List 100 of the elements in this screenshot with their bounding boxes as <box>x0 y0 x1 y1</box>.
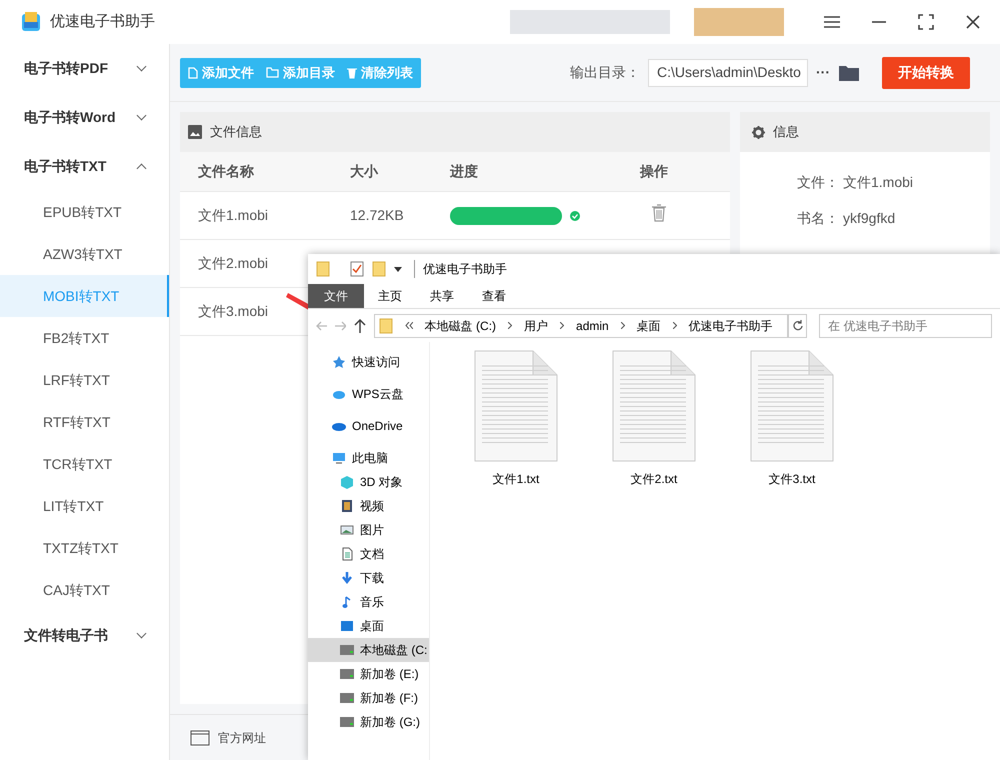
folder-icon <box>378 318 393 334</box>
panel-title: 信息 <box>773 123 799 142</box>
panel-title: 文件信息 <box>210 123 262 142</box>
column-header: 大小 <box>350 163 378 179</box>
chevron-icon <box>508 322 512 329</box>
nav-item[interactable]: 新加卷 (E:) <box>308 662 429 686</box>
drive-icon <box>340 715 354 729</box>
search-field[interactable]: 在 优速电子书助手 <box>819 314 992 338</box>
file-name[interactable]: 文件3.txt <box>768 470 816 488</box>
table-cell: 12.72KB <box>350 207 404 223</box>
field-label: 文件： <box>797 172 839 192</box>
ribbon-tab[interactable]: 查看 <box>468 284 520 308</box>
breadcrumb[interactable]: 用户 <box>524 316 548 334</box>
nav-item[interactable]: 视频 <box>308 494 429 518</box>
file-name[interactable]: 文件2.txt <box>630 470 678 488</box>
column-header: 进度 <box>450 163 478 179</box>
chevron-icon <box>560 322 564 329</box>
field-value: 文件1.mobi <box>843 172 914 192</box>
sidebar-item[interactable]: TCR转TXT <box>0 443 169 485</box>
breadcrumb[interactable]: 本地磁盘 (C:) <box>424 316 496 334</box>
menu-icon[interactable] <box>824 15 840 29</box>
column-header: 操作 <box>640 163 668 179</box>
sidebar-item[interactable]: AZW3转TXT <box>0 233 169 275</box>
nav-item[interactable]: 新加卷 (F:) <box>308 686 429 710</box>
field-label: 书名： <box>797 208 839 228</box>
breadcrumb[interactable]: 桌面 <box>636 316 661 334</box>
folder-icon[interactable] <box>838 64 860 82</box>
up-arrow-icon[interactable] <box>354 318 366 332</box>
window-title: 优速电子书助手 <box>50 12 155 32</box>
chevron-icon <box>672 322 677 329</box>
star-icon <box>332 355 346 369</box>
pc-icon <box>332 451 346 465</box>
nav-item[interactable]: 桌面 <box>308 614 429 638</box>
output-label: 输出目录： <box>570 63 640 82</box>
picture-icon <box>340 523 354 537</box>
column-header: 文件名称 <box>198 163 254 179</box>
drive-icon <box>340 643 354 657</box>
sidebar-item[interactable]: CAJ转TXT <box>0 569 169 611</box>
drive-icon <box>340 667 354 681</box>
image-icon <box>188 125 202 139</box>
close-icon[interactable] <box>966 15 980 29</box>
checklist-icon <box>350 261 364 277</box>
nav-item[interactable]: OneDrive <box>308 414 429 438</box>
sidebar-group[interactable]: 电子书转Word <box>0 93 169 142</box>
drive-icon <box>340 691 354 705</box>
double-chevron-icon <box>404 322 413 329</box>
sidebar-item[interactable]: EPUB转TXT <box>0 191 169 233</box>
table-cell: 文件1.mobi <box>198 207 268 223</box>
ribbon-tab[interactable]: 主页 <box>364 284 416 308</box>
trash-icon <box>347 66 357 78</box>
file-name[interactable]: 文件1.txt <box>492 470 540 488</box>
field-value: ykf9gfkd <box>843 208 896 228</box>
sidebar-item[interactable]: TXTZ转TXT <box>0 527 169 569</box>
sidebar-item[interactable]: FB2转TXT <box>0 317 169 359</box>
nav-item[interactable]: 新加卷 (G:) <box>308 710 429 734</box>
maximize-icon[interactable] <box>918 14 934 30</box>
download-icon <box>340 571 354 585</box>
cube-icon <box>340 475 354 489</box>
folder-icon <box>372 261 386 277</box>
explorer-title: 优速电子书助手 <box>414 260 507 278</box>
folder-icon <box>266 67 279 78</box>
nav-item[interactable]: WPS云盘 <box>308 382 429 406</box>
ribbon-tab[interactable]: 文件 <box>308 284 364 308</box>
sidebar-group[interactable]: 文件转电子书 <box>0 611 169 660</box>
doc-icon <box>340 547 354 561</box>
caret-icon[interactable] <box>394 266 402 272</box>
website-link[interactable]: 官方网址 <box>218 728 266 746</box>
nav-item[interactable]: 图片 <box>308 518 429 542</box>
breadcrumb[interactable]: 优速电子书助手 <box>688 316 773 334</box>
app-logo-icon <box>20 11 42 33</box>
nav-item[interactable]: 下载 <box>308 566 429 590</box>
more-button[interactable]: ··· <box>816 62 830 83</box>
nav-item[interactable]: 音乐 <box>308 590 429 614</box>
file-icon <box>188 66 198 78</box>
output-path-field[interactable]: C:\Users\admin\Deskto <box>648 58 808 86</box>
address-bar[interactable]: 本地磁盘 (C:) 用户 admin 桌面 优速电子书助手 <box>374 314 788 338</box>
nav-item[interactable]: 此电脑 <box>308 446 429 470</box>
trash-icon[interactable] <box>652 204 666 222</box>
ribbon-tab[interactable]: 共享 <box>416 284 468 308</box>
chevron-icon <box>620 322 625 329</box>
sidebar-item[interactable]: LIT转TXT <box>0 485 169 527</box>
nav-item[interactable]: 3D 对象 <box>308 470 429 494</box>
breadcrumb[interactable]: admin <box>576 316 609 334</box>
sidebar-item[interactable]: RTF转TXT <box>0 401 169 443</box>
gear-icon <box>752 126 765 138</box>
sidebar-group[interactable]: 电子书转TXT <box>0 142 169 191</box>
table-cell: 文件2.mobi <box>198 255 268 271</box>
refresh-button[interactable] <box>788 314 807 338</box>
folder-icon <box>316 261 330 277</box>
web-icon <box>190 730 210 746</box>
start-button[interactable]: 开始转换 <box>882 56 970 88</box>
film-icon <box>340 499 354 513</box>
sidebar-item[interactable]: LRF转TXT <box>0 359 169 401</box>
nav-item[interactable]: 本地磁盘 (C: <box>308 638 429 662</box>
nav-item[interactable]: 文档 <box>308 542 429 566</box>
refresh-icon <box>792 320 803 331</box>
sidebar-group[interactable]: 电子书转PDF <box>0 44 169 93</box>
desktop-icon <box>340 619 354 633</box>
table-cell: 文件3.mobi <box>198 303 268 319</box>
nav-item[interactable]: 快速访问 <box>308 350 429 374</box>
